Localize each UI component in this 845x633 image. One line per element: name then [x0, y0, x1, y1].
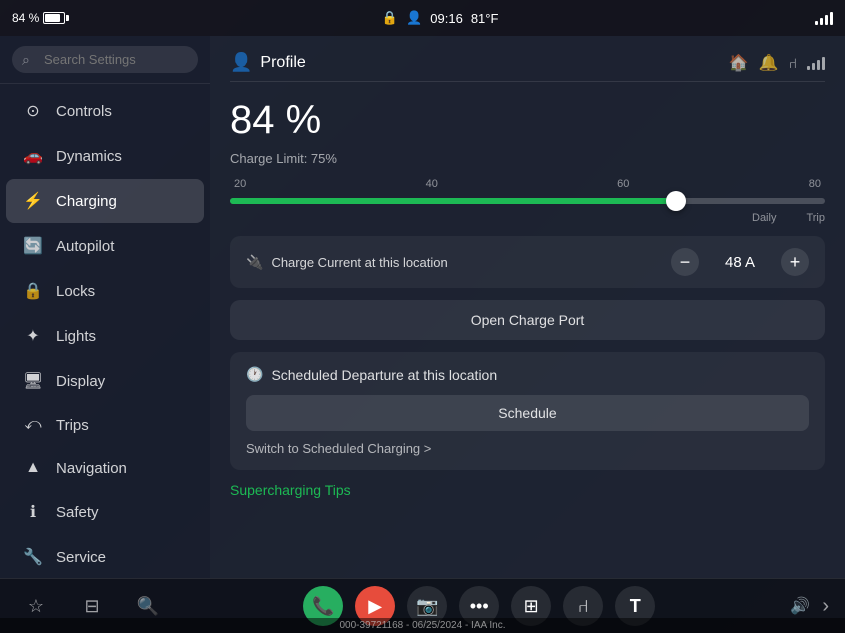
display-label: Display	[56, 373, 105, 390]
charge-current-controls: − 48 A +	[671, 248, 809, 276]
scheduled-departure-header: 🕐 Scheduled Departure at this location	[246, 366, 809, 383]
service-icon: 🔧	[22, 547, 44, 567]
controls-icon: ⊙	[22, 101, 44, 121]
navigation-icon: ▲	[22, 459, 44, 477]
charge-current-label-text: Charge Current at this location	[271, 255, 447, 270]
signal-bars	[815, 11, 833, 25]
increase-current-button[interactable]: +	[781, 248, 809, 276]
charge-limit-label: Charge Limit: 75%	[230, 151, 825, 166]
header-signal	[807, 56, 825, 70]
battery-fill	[45, 14, 60, 22]
service-label: Service	[56, 549, 106, 566]
slider-labels: 20 40 60 80	[230, 178, 825, 190]
status-bar-right	[815, 11, 833, 25]
slider-label-80: 80	[809, 178, 821, 190]
arrow-right-icon[interactable]: ›	[822, 595, 829, 618]
autopilot-icon: 🔄	[22, 236, 44, 256]
profile-label: Profile	[260, 54, 305, 72]
slider-trip-label: Trip	[806, 212, 825, 224]
slider-label-60: 60	[617, 178, 629, 190]
charge-percentage: 84 %	[230, 98, 825, 143]
trips-icon: ⤺	[22, 416, 44, 434]
slider-track[interactable]	[230, 198, 825, 204]
charge-current-row: 🔌 Charge Current at this location − 48 A…	[230, 236, 825, 288]
slider-thumb[interactable]	[666, 191, 686, 211]
sidebar-item-controls[interactable]: ⊙ Controls	[6, 89, 204, 133]
charging-icon: ⚡	[22, 191, 44, 211]
sidebar-item-dynamics[interactable]: 🚗 Dynamics	[6, 134, 204, 178]
safety-icon: ℹ	[22, 502, 44, 522]
trips-label: Trips	[56, 417, 89, 434]
charge-slider-container[interactable]: 20 40 60 80 Daily Trip	[230, 178, 825, 224]
sidebar-item-display[interactable]: 🖥 Display	[6, 359, 204, 403]
slider-fill	[230, 198, 676, 204]
footer-bar: 000-39721168 - 06/25/2024 - IAA Inc.	[0, 618, 845, 633]
sidebar-item-charging[interactable]: ⚡ Charging	[6, 179, 204, 223]
temperature-display: 81°F	[471, 11, 499, 26]
slider-label-20: 20	[234, 178, 246, 190]
battery-icon	[43, 12, 65, 24]
charging-label: Charging	[56, 193, 117, 210]
open-charge-port-button[interactable]: Open Charge Port	[230, 300, 825, 340]
footer-text: 000-39721168 - 06/25/2024 - IAA Inc.	[339, 620, 505, 631]
home-icon: 🏠	[729, 53, 749, 73]
status-bar-center: 🔒 👤 09:16 81°F	[382, 10, 499, 26]
header-icons: 🏠 🔔 ⑁	[729, 53, 825, 73]
bell-icon: 🔔	[759, 53, 779, 73]
autopilot-label: Autopilot	[56, 238, 114, 255]
controls-label: Controls	[56, 103, 112, 120]
sidebar: ⊙ Controls 🚗 Dynamics ⚡ Charging 🔄 Autop…	[0, 36, 210, 578]
lights-icon: ✦	[22, 326, 44, 346]
content-header: 👤 Profile 🏠 🔔 ⑁	[230, 52, 825, 82]
supercharging-tips-link[interactable]: Supercharging Tips	[230, 482, 825, 498]
nav-items: ⊙ Controls 🚗 Dynamics ⚡ Charging 🔄 Autop…	[0, 84, 210, 578]
sidebar-item-safety[interactable]: ℹ Safety	[6, 490, 204, 534]
locks-icon: 🔒	[22, 281, 44, 301]
search-wrapper[interactable]	[12, 46, 198, 73]
schedule-button-label: Schedule	[498, 405, 556, 421]
slider-sublabels: Daily Trip	[230, 212, 825, 224]
open-charge-port-label: Open Charge Port	[471, 312, 585, 328]
main-ui: ⊙ Controls 🚗 Dynamics ⚡ Charging 🔄 Autop…	[0, 36, 845, 578]
search-bar-container	[0, 36, 210, 84]
battery-percentage: 84 %	[12, 11, 39, 25]
sidebar-item-service[interactable]: 🔧 Service	[6, 535, 204, 578]
status-bar: 84 % 🔒 👤 09:16 81°F	[0, 0, 845, 36]
taskbar-right: 🔊 ›	[790, 595, 829, 618]
profile-icon-content: 👤	[230, 52, 252, 73]
sidebar-item-navigation[interactable]: ▲ Navigation	[6, 447, 204, 489]
scheduled-departure-label: Scheduled Departure at this location	[271, 367, 497, 383]
scheduled-departure-section: 🕐 Scheduled Departure at this location S…	[230, 352, 825, 470]
charge-current-value: 48 A	[715, 254, 765, 271]
schedule-button[interactable]: Schedule	[246, 395, 809, 431]
safety-label: Safety	[56, 504, 99, 521]
dynamics-label: Dynamics	[56, 148, 122, 165]
profile-icon-top: 👤	[406, 10, 422, 26]
sidebar-item-lights[interactable]: ✦ Lights	[6, 314, 204, 358]
bluetooth-icon: ⑁	[789, 55, 797, 71]
sidebar-item-locks[interactable]: 🔒 Locks	[6, 269, 204, 313]
navigation-label: Navigation	[56, 460, 127, 477]
lock-icon: 🔒	[382, 10, 398, 26]
current-time: 09:16	[430, 11, 463, 26]
plug-icon: 🔌	[246, 254, 263, 271]
search-input[interactable]	[12, 46, 198, 73]
content-area: 👤 Profile 🏠 🔔 ⑁ 84 % Charge Limit: 75% 2	[210, 36, 845, 578]
switch-charging-link[interactable]: Switch to Scheduled Charging >	[246, 441, 809, 456]
clock-icon: 🕐	[246, 366, 263, 383]
sidebar-item-trips[interactable]: ⤺ Trips	[6, 404, 204, 446]
locks-label: Locks	[56, 283, 95, 300]
charge-current-label-container: 🔌 Charge Current at this location	[246, 254, 448, 271]
sidebar-item-autopilot[interactable]: 🔄 Autopilot	[6, 224, 204, 268]
decrease-current-button[interactable]: −	[671, 248, 699, 276]
dynamics-icon: 🚗	[22, 146, 44, 166]
status-bar-left: 84 %	[12, 11, 65, 25]
lights-label: Lights	[56, 328, 96, 345]
display-icon: 🖥	[22, 371, 44, 391]
battery-indicator: 84 %	[12, 11, 65, 25]
slider-daily-label: Daily	[752, 212, 776, 224]
volume-icon[interactable]: 🔊	[790, 596, 810, 616]
slider-label-40: 40	[426, 178, 438, 190]
